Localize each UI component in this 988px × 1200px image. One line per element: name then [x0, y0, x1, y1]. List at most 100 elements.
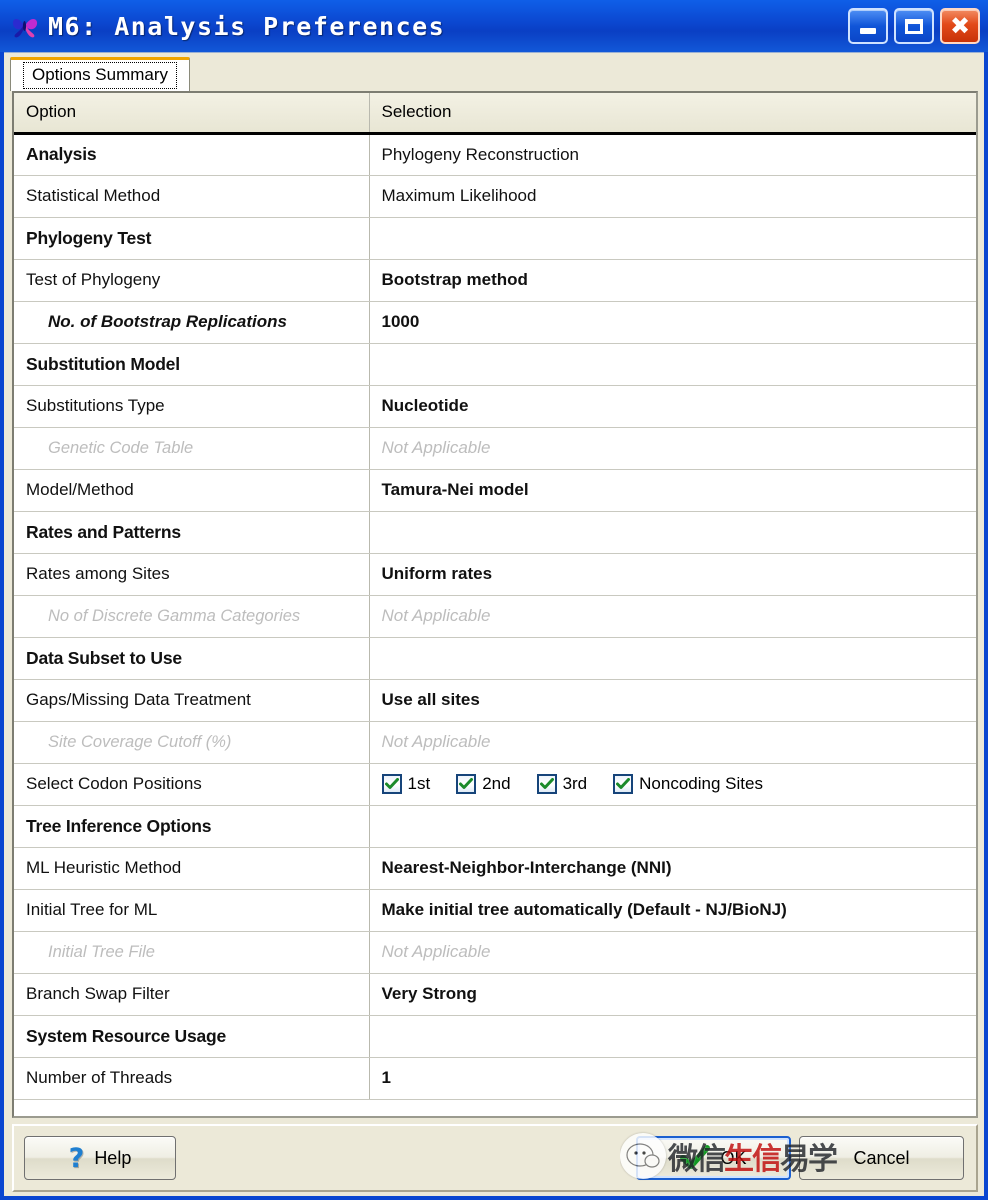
- selection-value-cell[interactable]: Very Strong: [369, 973, 976, 1016]
- maximize-icon: [905, 18, 923, 34]
- tab-strip: Options Summary: [4, 53, 984, 91]
- selection-value-cell[interactable]: Bootstrap method: [369, 259, 976, 302]
- selection-value-cell[interactable]: Not Applicable: [369, 427, 976, 470]
- option-label-cell: No. of Bootstrap Replications: [14, 301, 370, 344]
- table-row[interactable]: Substitution Model: [14, 343, 976, 386]
- selection-value-cell[interactable]: Maximum Likelihood: [369, 175, 976, 218]
- codon-position-checkbox-item[interactable]: 3rd: [536, 774, 588, 794]
- selection-value-cell[interactable]: Nucleotide: [369, 385, 976, 428]
- selection-value-cell[interactable]: Tamura-Nei model: [369, 469, 976, 512]
- codon-position-label: 2nd: [482, 774, 511, 793]
- selection-value-cell[interactable]: [369, 1015, 976, 1058]
- table-row[interactable]: Branch Swap Filter Very Strong: [14, 973, 976, 1016]
- options-summary-table-panel: Option Selection Analysis Phylogeny Recon…: [12, 91, 978, 1118]
- checkbox-checked-icon[interactable]: [536, 774, 557, 794]
- table-row[interactable]: Initial Tree File Not Applicable: [14, 931, 976, 974]
- table-row[interactable]: Data Subset to Use: [14, 637, 976, 680]
- analysis-preferences-window: M6: Analysis Preferences ✖ Options Summa…: [0, 0, 988, 1200]
- table-row[interactable]: Gaps/Missing Data Treatment Use all sites: [14, 679, 976, 722]
- table-row[interactable]: No of Discrete Gamma Categories Not Appli…: [14, 595, 976, 638]
- window-controls: ✖: [848, 8, 980, 44]
- table-row[interactable]: Site Coverage Cutoff (%) Not Applicable: [14, 721, 976, 764]
- option-label-cell: Rates and Patterns: [14, 511, 370, 554]
- selection-value-cell[interactable]: [369, 217, 976, 260]
- selection-value-cell: 1st 2nd 3rd Noncoding Sites: [369, 763, 976, 806]
- table-row[interactable]: Statistical Method Maximum Likelihood: [14, 175, 976, 218]
- checkbox-checked-icon[interactable]: [456, 774, 477, 794]
- table-row[interactable]: Initial Tree for ML Make initial tree aut…: [14, 889, 976, 932]
- table-row[interactable]: Rates among Sites Uniform rates: [14, 553, 976, 596]
- cancel-button[interactable]: Cancel: [799, 1136, 964, 1180]
- table-header-row: Option Selection: [14, 93, 976, 135]
- option-label-cell: No of Discrete Gamma Categories: [14, 595, 370, 638]
- table-row[interactable]: Test of Phylogeny Bootstrap method: [14, 259, 976, 302]
- option-label-cell: Substitution Model: [14, 343, 370, 386]
- maximize-button[interactable]: [894, 8, 934, 44]
- table-row[interactable]: Select Codon Positions 1st 2nd 3rd Noncoding…: [14, 763, 976, 806]
- table-row[interactable]: Number of Threads 1: [14, 1057, 976, 1100]
- client-area: Options Summary Option Selection Analysi…: [4, 52, 984, 1196]
- check-icon: [680, 1145, 711, 1171]
- tab-options-summary-label: Options Summary: [23, 62, 178, 89]
- checkbox-checked-icon[interactable]: [381, 774, 402, 794]
- selection-value-cell[interactable]: [369, 343, 976, 386]
- codon-position-checkbox-item[interactable]: 1st: [381, 774, 430, 794]
- selection-value-cell[interactable]: [369, 511, 976, 554]
- close-button[interactable]: ✖: [940, 8, 980, 44]
- close-icon: ✖: [949, 12, 971, 40]
- table-row[interactable]: Rates and Patterns: [14, 511, 976, 554]
- selection-value-cell[interactable]: Not Applicable: [369, 931, 976, 974]
- mega-butterfly-icon: [10, 13, 40, 39]
- selection-value-cell[interactable]: 1: [369, 1057, 976, 1100]
- option-label-cell: Gaps/Missing Data Treatment: [14, 679, 370, 722]
- selection-value-cell[interactable]: Uniform rates: [369, 553, 976, 596]
- help-button[interactable]: ? Help: [24, 1136, 176, 1180]
- option-label-cell: Analysis: [14, 133, 370, 176]
- selection-value-cell[interactable]: [369, 637, 976, 680]
- option-label-cell: Branch Swap Filter: [14, 973, 370, 1016]
- option-label-cell: Model/Method: [14, 469, 370, 512]
- option-label-cell: Data Subset to Use: [14, 637, 370, 680]
- table-body: Analysis Phylogeny Reconstruction Statisti…: [14, 133, 976, 1100]
- help-button-label: Help: [94, 1147, 132, 1168]
- column-header-option[interactable]: Option: [14, 93, 370, 135]
- selection-value-cell[interactable]: Nearest-Neighbor-Interchange (NNI): [369, 847, 976, 890]
- question-mark-icon: ?: [68, 1142, 85, 1174]
- options-summary-table: Option Selection Analysis Phylogeny Recon…: [14, 93, 976, 1100]
- option-label-cell: Test of Phylogeny: [14, 259, 370, 302]
- selection-value-cell[interactable]: Not Applicable: [369, 721, 976, 764]
- table-row[interactable]: ML Heuristic Method Nearest-Neighbor-Inte…: [14, 847, 976, 890]
- table-row[interactable]: Genetic Code Table Not Applicable: [14, 427, 976, 470]
- option-label-cell: Genetic Code Table: [14, 427, 370, 470]
- option-label-cell: Statistical Method: [14, 175, 370, 218]
- title-bar[interactable]: M6: Analysis Preferences ✖: [0, 0, 988, 52]
- table-row[interactable]: Model/Method Tamura-Nei model: [14, 469, 976, 512]
- codon-position-label: Noncoding Sites: [639, 774, 763, 793]
- column-header-selection[interactable]: Selection: [369, 93, 976, 135]
- option-label-cell: Number of Threads: [14, 1057, 370, 1100]
- checkbox-checked-icon[interactable]: [613, 774, 634, 794]
- option-label-cell: Rates among Sites: [14, 553, 370, 596]
- selection-value-cell[interactable]: 1000: [369, 301, 976, 344]
- tab-options-summary[interactable]: Options Summary: [10, 57, 191, 91]
- table-row[interactable]: Substitutions Type Nucleotide: [14, 385, 976, 428]
- option-label-cell: Site Coverage Cutoff (%): [14, 721, 370, 764]
- table-row[interactable]: No. of Bootstrap Replications 1000: [14, 301, 976, 344]
- ok-button[interactable]: OK: [636, 1136, 791, 1180]
- minimize-button[interactable]: [848, 8, 888, 44]
- cancel-button-label: Cancel: [853, 1147, 910, 1168]
- table-row[interactable]: Phylogeny Test: [14, 217, 976, 260]
- table-row[interactable]: Analysis Phylogeny Reconstruction: [14, 133, 976, 176]
- codon-position-label: 3rd: [562, 774, 588, 793]
- selection-value-cell[interactable]: [369, 805, 976, 848]
- codon-position-checkbox-item[interactable]: 2nd: [456, 774, 511, 794]
- codon-position-checkbox-item[interactable]: Noncoding Sites: [613, 774, 763, 794]
- selection-value-cell[interactable]: Use all sites: [369, 679, 976, 722]
- option-label-cell: Initial Tree for ML: [14, 889, 370, 932]
- selection-value-cell[interactable]: Make initial tree automatically (Default…: [369, 889, 976, 932]
- table-row[interactable]: System Resource Usage: [14, 1015, 976, 1058]
- selection-value-cell[interactable]: Phylogeny Reconstruction: [369, 133, 976, 176]
- codon-positions-group: 1st 2nd 3rd Noncoding Sites: [381, 774, 967, 794]
- table-row[interactable]: Tree Inference Options: [14, 805, 976, 848]
- selection-value-cell[interactable]: Not Applicable: [369, 595, 976, 638]
